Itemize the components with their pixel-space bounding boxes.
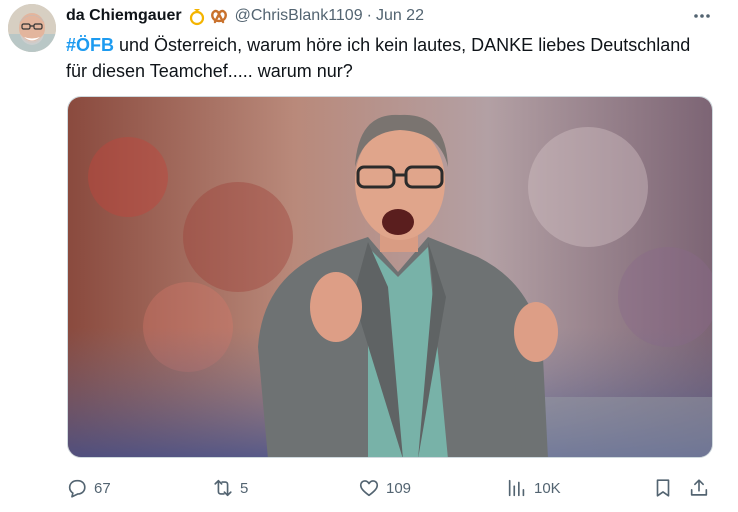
repost-icon [214, 479, 232, 497]
tweet-date[interactable]: Jun 22 [376, 7, 424, 25]
name-emoji-badges [187, 6, 229, 26]
pretzel-emoji-icon [210, 9, 227, 24]
bookmark-button[interactable] [652, 474, 674, 502]
more-icon [694, 14, 710, 18]
share-icon [690, 479, 708, 496]
repost-button[interactable]: 5 [212, 474, 248, 502]
views-count: 10K [534, 479, 561, 497]
like-count: 109 [386, 479, 412, 497]
display-name[interactable]: da Chiemgauer [66, 7, 182, 25]
tweet-text: #ÖFB und Österreich, warum höre ich kein… [66, 32, 706, 84]
tweet-body: und Österreich, warum höre ich kein laut… [66, 35, 691, 81]
reply-button[interactable]: 67 [66, 474, 111, 502]
ring-emoji-icon [189, 9, 204, 26]
header-separator: · [366, 7, 372, 24]
more-options-button[interactable] [690, 4, 714, 28]
repost-count: 5 [240, 479, 249, 497]
user-handle[interactable]: @ChrisBlank1109 [235, 7, 363, 25]
tweet-header: da Chiemgauer @ChrisBlank1109 · Jun 22 [66, 5, 424, 27]
bookmark-icon [656, 479, 670, 497]
views-button[interactable]: 10K [506, 474, 561, 502]
reply-icon [68, 479, 86, 498]
share-button[interactable] [688, 474, 710, 502]
like-button[interactable]: 109 [358, 474, 411, 502]
views-icon [508, 479, 525, 497]
like-icon [359, 480, 379, 497]
avatar[interactable] [8, 4, 56, 52]
tweet-photo[interactable] [67, 96, 713, 458]
reply-count: 67 [94, 479, 111, 497]
hashtag-link[interactable]: #ÖFB [66, 35, 114, 55]
tweet-actions: 67 5 109 10K [66, 474, 716, 502]
